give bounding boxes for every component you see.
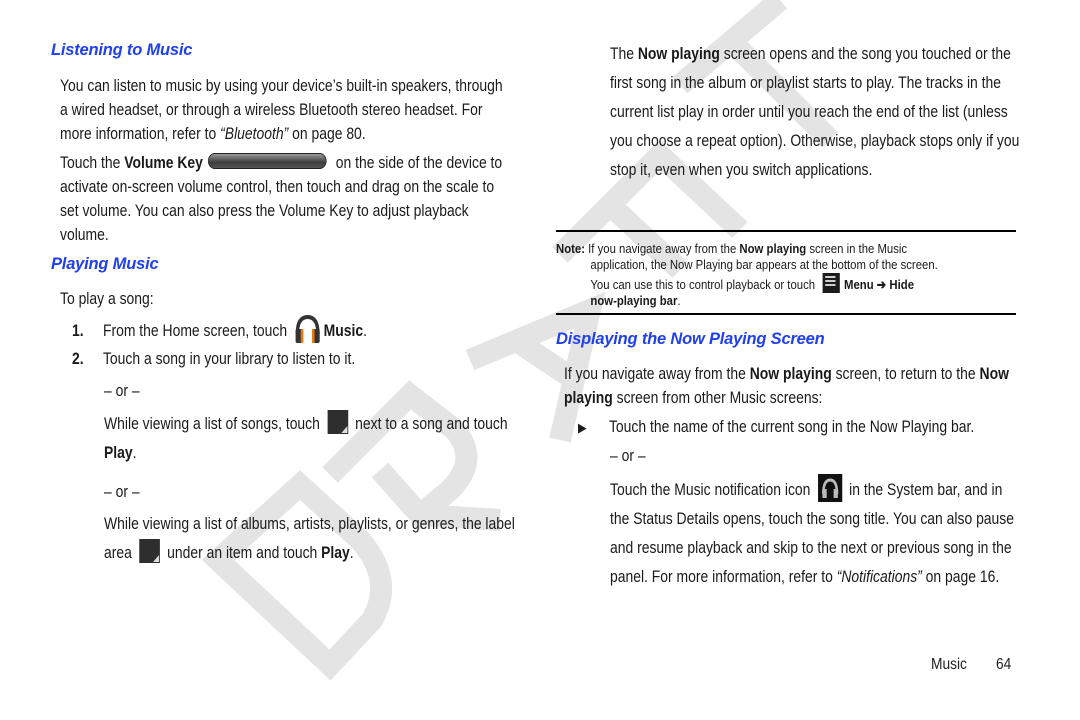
- note-period: .: [677, 293, 681, 308]
- now-playing-label: Now playing: [749, 365, 832, 383]
- note-top-rule: [556, 230, 1016, 232]
- alt-1-mid: next to a song and touch: [351, 415, 508, 433]
- context-menu-corner-icon: [327, 410, 348, 434]
- return-paragraph: If you navigate away from the Now playin…: [564, 362, 1020, 410]
- page-number: 64: [996, 656, 1012, 673]
- bluetooth-reference[interactable]: “Bluetooth”: [220, 125, 288, 143]
- heading-playing-music: Playing Music: [51, 255, 159, 273]
- now-playing-label: Now playing: [637, 45, 720, 63]
- notification-paragraph: Touch the Music notification icon in the…: [610, 474, 1023, 592]
- para-pre: The: [610, 45, 638, 63]
- note-bottom-rule: [556, 313, 1016, 315]
- note-text-1: If you navigate away from the: [584, 241, 740, 256]
- volume-key-icon: [208, 153, 327, 169]
- alt-2-period: .: [349, 544, 354, 562]
- now-playing-bar-label: now-playing bar: [590, 293, 678, 308]
- alt-1-period: .: [132, 444, 137, 462]
- step-1-number: 1.: [72, 322, 84, 340]
- note-text-3: You can use this to control playback or …: [590, 277, 819, 292]
- note-text-2: screen in the Music: [806, 241, 908, 256]
- note-now-playing: Now playing: [739, 241, 807, 256]
- manual-page: Listening to Music You can listen to mus…: [0, 0, 1080, 720]
- note-line-2: application, the Now Playing bar appears…: [590, 257, 938, 272]
- music-app-label: Music: [323, 322, 364, 340]
- headphones-music-icon: [295, 314, 320, 343]
- step-1-period: .: [363, 322, 367, 340]
- para-post: screen opens and the song you touched or…: [610, 45, 1020, 179]
- notifications-reference[interactable]: “Notifications”: [837, 568, 922, 586]
- intro-paragraph: You can listen to music by using your de…: [60, 74, 507, 146]
- or-separator-2: – or –: [104, 483, 140, 501]
- alt-2-paragraph: While viewing a list of albums, artists,…: [104, 510, 517, 568]
- context-menu-corner-icon: [139, 539, 160, 563]
- note-line-4: now-playing bar.: [556, 293, 1012, 309]
- volume-paragraph: Touch the Volume Key on the side of the …: [60, 151, 507, 247]
- step-1: 1. From the Home screen, touch Music.: [72, 314, 367, 344]
- intro-page-ref: on page 80.: [288, 125, 366, 143]
- play-label: Play: [321, 544, 350, 562]
- bullet-text: Touch the name of the current song in th…: [608, 418, 975, 436]
- menu-hide-label: Menu ➔ Hide: [844, 277, 915, 292]
- heading-listening-to-music: Listening to Music: [51, 41, 193, 59]
- volume-key-label: Volume Key: [124, 154, 203, 172]
- return-text-1: If you navigate away from the: [564, 365, 750, 383]
- volume-pre: Touch the: [60, 154, 125, 172]
- note-line-1: Note: If you navigate away from the Now …: [556, 241, 1012, 257]
- or-separator-1: – or –: [104, 382, 140, 400]
- play-label: Play: [104, 444, 133, 462]
- to-play-label: To play a song:: [60, 290, 154, 308]
- now-playing-paragraph: The Now playing screen opens and the son…: [610, 40, 1023, 185]
- bullet-arrow-icon: ▶: [578, 420, 587, 435]
- return-text-2: screen, to return to the: [831, 365, 980, 383]
- step-2-text: Touch a song in your library to listen t…: [102, 350, 356, 368]
- step-2: 2. Touch a song in your library to listen…: [72, 347, 355, 371]
- step-1-text: From the Home screen, touch: [102, 322, 291, 340]
- alt-1-paragraph: While viewing a list of songs, touch nex…: [104, 410, 508, 468]
- footer-section: Music: [931, 656, 967, 673]
- return-text-3: screen from other Music screens:: [612, 389, 823, 407]
- heading-displaying-now-playing: Displaying the Now Playing Screen: [556, 330, 825, 348]
- bullet-item: ▶ Touch the name of the current song in t…: [578, 415, 974, 440]
- or-separator-3: – or –: [610, 447, 646, 465]
- alt-2-mid: under an item and touch: [163, 544, 322, 562]
- step-2-number: 2.: [72, 350, 84, 368]
- notif-page-ref: on page 16.: [921, 568, 1000, 586]
- alt-1-pre: While viewing a list of songs, touch: [104, 415, 324, 433]
- notif-pre: Touch the Music notification icon: [610, 481, 815, 499]
- menu-icon: [822, 273, 840, 293]
- music-notification-icon: [817, 474, 842, 502]
- note-line-3: You can use this to control playback or …: [556, 273, 1012, 293]
- note-box: Note: If you navigate away from the Now …: [556, 241, 1012, 309]
- note-label: Note:: [556, 241, 585, 256]
